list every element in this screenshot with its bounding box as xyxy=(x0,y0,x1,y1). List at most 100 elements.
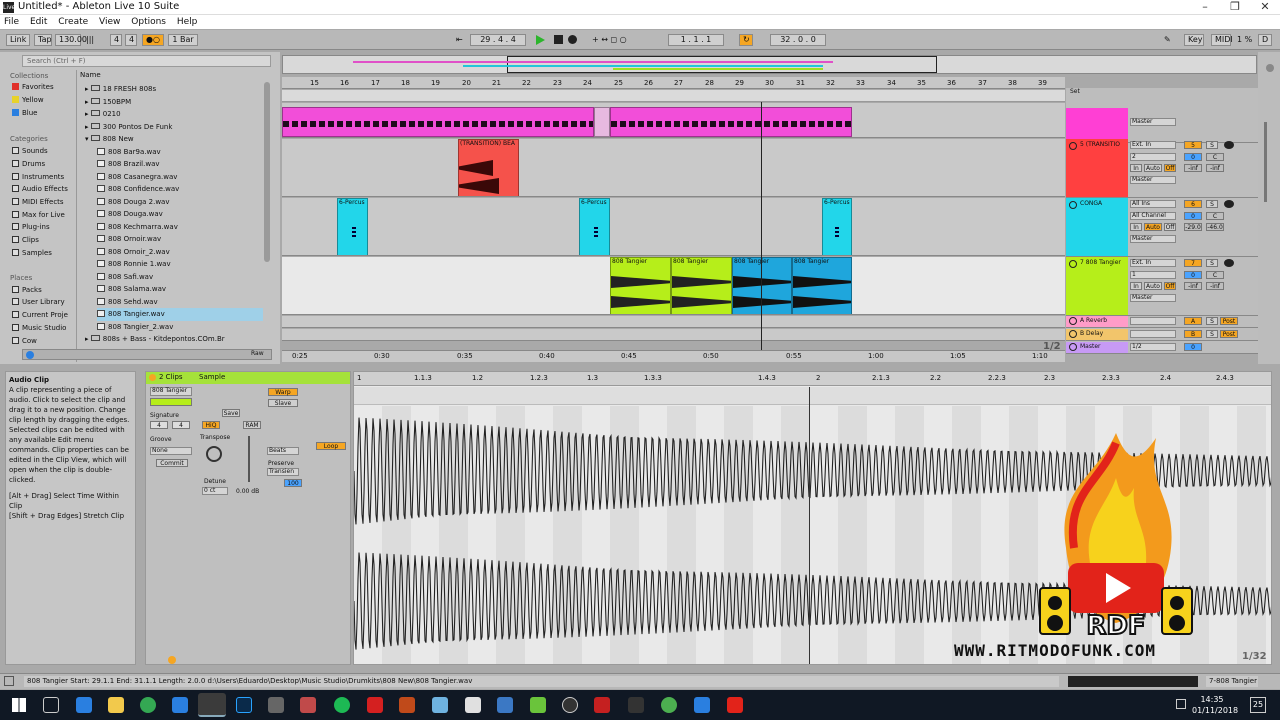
app-blue-icon[interactable] xyxy=(694,697,710,713)
file-row[interactable]: 808 Salama.wav xyxy=(97,283,283,296)
audio-clip-tangier-selected[interactable]: 808 Tangier xyxy=(792,257,852,314)
minimize-button[interactable]: – xyxy=(1190,0,1220,15)
play-button[interactable] xyxy=(536,35,545,45)
clock-time[interactable]: 14:35 xyxy=(1192,695,1232,704)
file-row[interactable]: ▸ 808s + Bass - Kitdepontos.COm.Br xyxy=(85,333,271,346)
track-header[interactable]: A Reverb xyxy=(1066,316,1128,327)
audio-clip[interactable] xyxy=(282,107,594,137)
spotify-icon[interactable] xyxy=(334,697,350,713)
monitor-auto-button[interactable]: Auto xyxy=(1144,223,1162,231)
pan-field[interactable]: C xyxy=(1206,153,1224,161)
arm-button[interactable] xyxy=(1224,141,1234,149)
file-row[interactable]: 808 Douga.wav xyxy=(97,208,283,221)
app-circle-icon[interactable] xyxy=(562,697,578,713)
midi-map-button[interactable]: MIDI xyxy=(1211,34,1233,46)
track-activator[interactable]: A xyxy=(1184,317,1202,325)
sample-ruler[interactable]: 1 1.1.3 1.2 1.2.3 1.3 1.3.3 1.4.3 2 2.1.… xyxy=(354,372,1271,386)
monitor-off-button[interactable]: Off xyxy=(1164,282,1176,290)
output-select[interactable]: Master xyxy=(1130,235,1176,243)
solo-button[interactable]: S xyxy=(1206,317,1218,325)
category-audio-effects[interactable]: Audio Effects xyxy=(12,184,72,195)
menu-create[interactable]: Create xyxy=(54,15,92,29)
file-row[interactable]: ▸ 150BPM xyxy=(85,96,271,109)
place-packs[interactable]: Packs xyxy=(12,285,72,296)
post-button[interactable]: Post xyxy=(1220,330,1238,338)
input-channel-select[interactable]: All Channel xyxy=(1130,212,1176,220)
category-midi-effects[interactable]: MIDI Effects xyxy=(12,197,72,208)
transpose-knob[interactable] xyxy=(206,446,222,462)
browser-scrollbar[interactable] xyxy=(264,82,270,262)
save-button[interactable]: Save xyxy=(222,409,240,417)
edge-icon[interactable] xyxy=(76,697,92,713)
track-activator[interactable]: 6 xyxy=(1184,200,1202,208)
time-ruler[interactable]: 0:25 0:30 0:35 0:40 0:45 0:50 0:55 1:00 … xyxy=(282,350,1065,362)
track-activator[interactable]: 7 xyxy=(1184,259,1202,267)
track-header[interactable]: 7 808 Tangier xyxy=(1066,257,1128,315)
file-row[interactable]: 808 Casanegra.wav xyxy=(97,171,283,184)
file-row[interactable]: ▸ 18 FRESH 808s xyxy=(85,83,271,96)
menu-file[interactable]: File xyxy=(0,15,23,29)
app-green-icon[interactable] xyxy=(661,697,677,713)
key-map-button[interactable]: Key xyxy=(1184,34,1204,46)
warp-marker-bar[interactable] xyxy=(354,387,1271,405)
fold-icon[interactable] xyxy=(1069,201,1077,209)
file-row[interactable]: 808 Ornoir.wav xyxy=(97,233,283,246)
audio-clip-tangier[interactable]: 808 Tangier xyxy=(671,257,732,314)
camtasia-icon[interactable] xyxy=(530,697,546,713)
file-row[interactable]: 808 Sehd.wav xyxy=(97,296,283,309)
explorer-icon[interactable] xyxy=(108,697,124,713)
chrome-icon[interactable] xyxy=(140,697,156,713)
warp-mode-select[interactable]: Beats xyxy=(267,447,299,455)
return-lane-delay[interactable] xyxy=(282,329,1065,341)
pan-field[interactable]: C xyxy=(1206,271,1224,279)
sig-num-field[interactable]: 4 xyxy=(110,34,122,46)
audio-clip[interactable] xyxy=(594,107,610,137)
loop-start-field[interactable]: 1 . 1 . 1 xyxy=(668,34,724,46)
loop-toggle[interactable]: ↻ xyxy=(739,34,753,46)
post-button[interactable]: Post xyxy=(1220,317,1238,325)
volume-field[interactable]: 0 xyxy=(1184,212,1202,220)
follow-icon[interactable]: ⇤ xyxy=(456,35,463,44)
hide-info-icon[interactable] xyxy=(4,676,14,686)
clip-sig-num[interactable]: 4 xyxy=(150,421,168,429)
song-position-field[interactable]: 29 . 4 . 4 xyxy=(470,34,526,46)
clock-date[interactable]: 01/11/2018 xyxy=(1192,706,1238,715)
return-lane-reverb[interactable] xyxy=(282,316,1065,328)
link-button[interactable]: Link xyxy=(6,34,30,46)
loop-length-field[interactable]: 32 . 0 . 0 xyxy=(770,34,826,46)
preview-bar[interactable]: Raw xyxy=(22,349,272,360)
category-plugins[interactable]: Plug-ins xyxy=(12,222,72,233)
outlook-icon[interactable] xyxy=(172,697,188,713)
monitor-in-button[interactable]: In xyxy=(1130,223,1142,231)
file-row[interactable]: ▾ 808 New xyxy=(85,133,271,146)
output-select[interactable] xyxy=(1130,330,1176,338)
volume-field[interactable]: 0 xyxy=(1184,271,1202,279)
place-current-project[interactable]: Current Proje xyxy=(12,310,72,321)
restore-button[interactable]: ❐ xyxy=(1220,0,1250,15)
browser-search-input[interactable]: Search (Ctrl + F) xyxy=(22,55,271,67)
menu-view[interactable]: View xyxy=(95,15,124,29)
output-select[interactable]: Master xyxy=(1130,118,1176,126)
warp-button[interactable]: Warp xyxy=(268,388,298,396)
gain-slider[interactable] xyxy=(248,436,250,482)
metronome-button[interactable]: ●○ xyxy=(142,34,164,46)
cue-select[interactable]: 1/2 xyxy=(1130,343,1176,351)
locator-bar[interactable] xyxy=(282,90,1065,102)
volume-field[interactable]: 0 xyxy=(1184,343,1202,351)
ram-button[interactable]: RAM xyxy=(243,421,261,429)
windows-start-icon[interactable] xyxy=(12,698,26,712)
fold-icon[interactable] xyxy=(1069,142,1077,150)
clip-color-select[interactable] xyxy=(150,398,192,406)
preserve-select[interactable]: Transien xyxy=(267,468,299,476)
file-row[interactable]: 808 Bar9a.wav xyxy=(97,146,283,159)
slave-button[interactable]: Slave xyxy=(268,399,298,407)
volume-field[interactable]: 0 xyxy=(1184,153,1202,161)
file-row[interactable]: 808 Ornoir_2.wav xyxy=(97,246,283,259)
category-drums[interactable]: Drums xyxy=(12,159,72,170)
arrangement-overview[interactable] xyxy=(282,55,1257,74)
hiq-button[interactable]: HiQ xyxy=(202,421,220,429)
track-lane-transition[interactable]: (TRANSITION) BEA xyxy=(282,139,1065,197)
output-select[interactable]: Master xyxy=(1130,176,1176,184)
audio-clip-percus[interactable]: 6-Percus xyxy=(337,198,368,255)
input-type-select[interactable]: Ext. In xyxy=(1130,259,1176,267)
